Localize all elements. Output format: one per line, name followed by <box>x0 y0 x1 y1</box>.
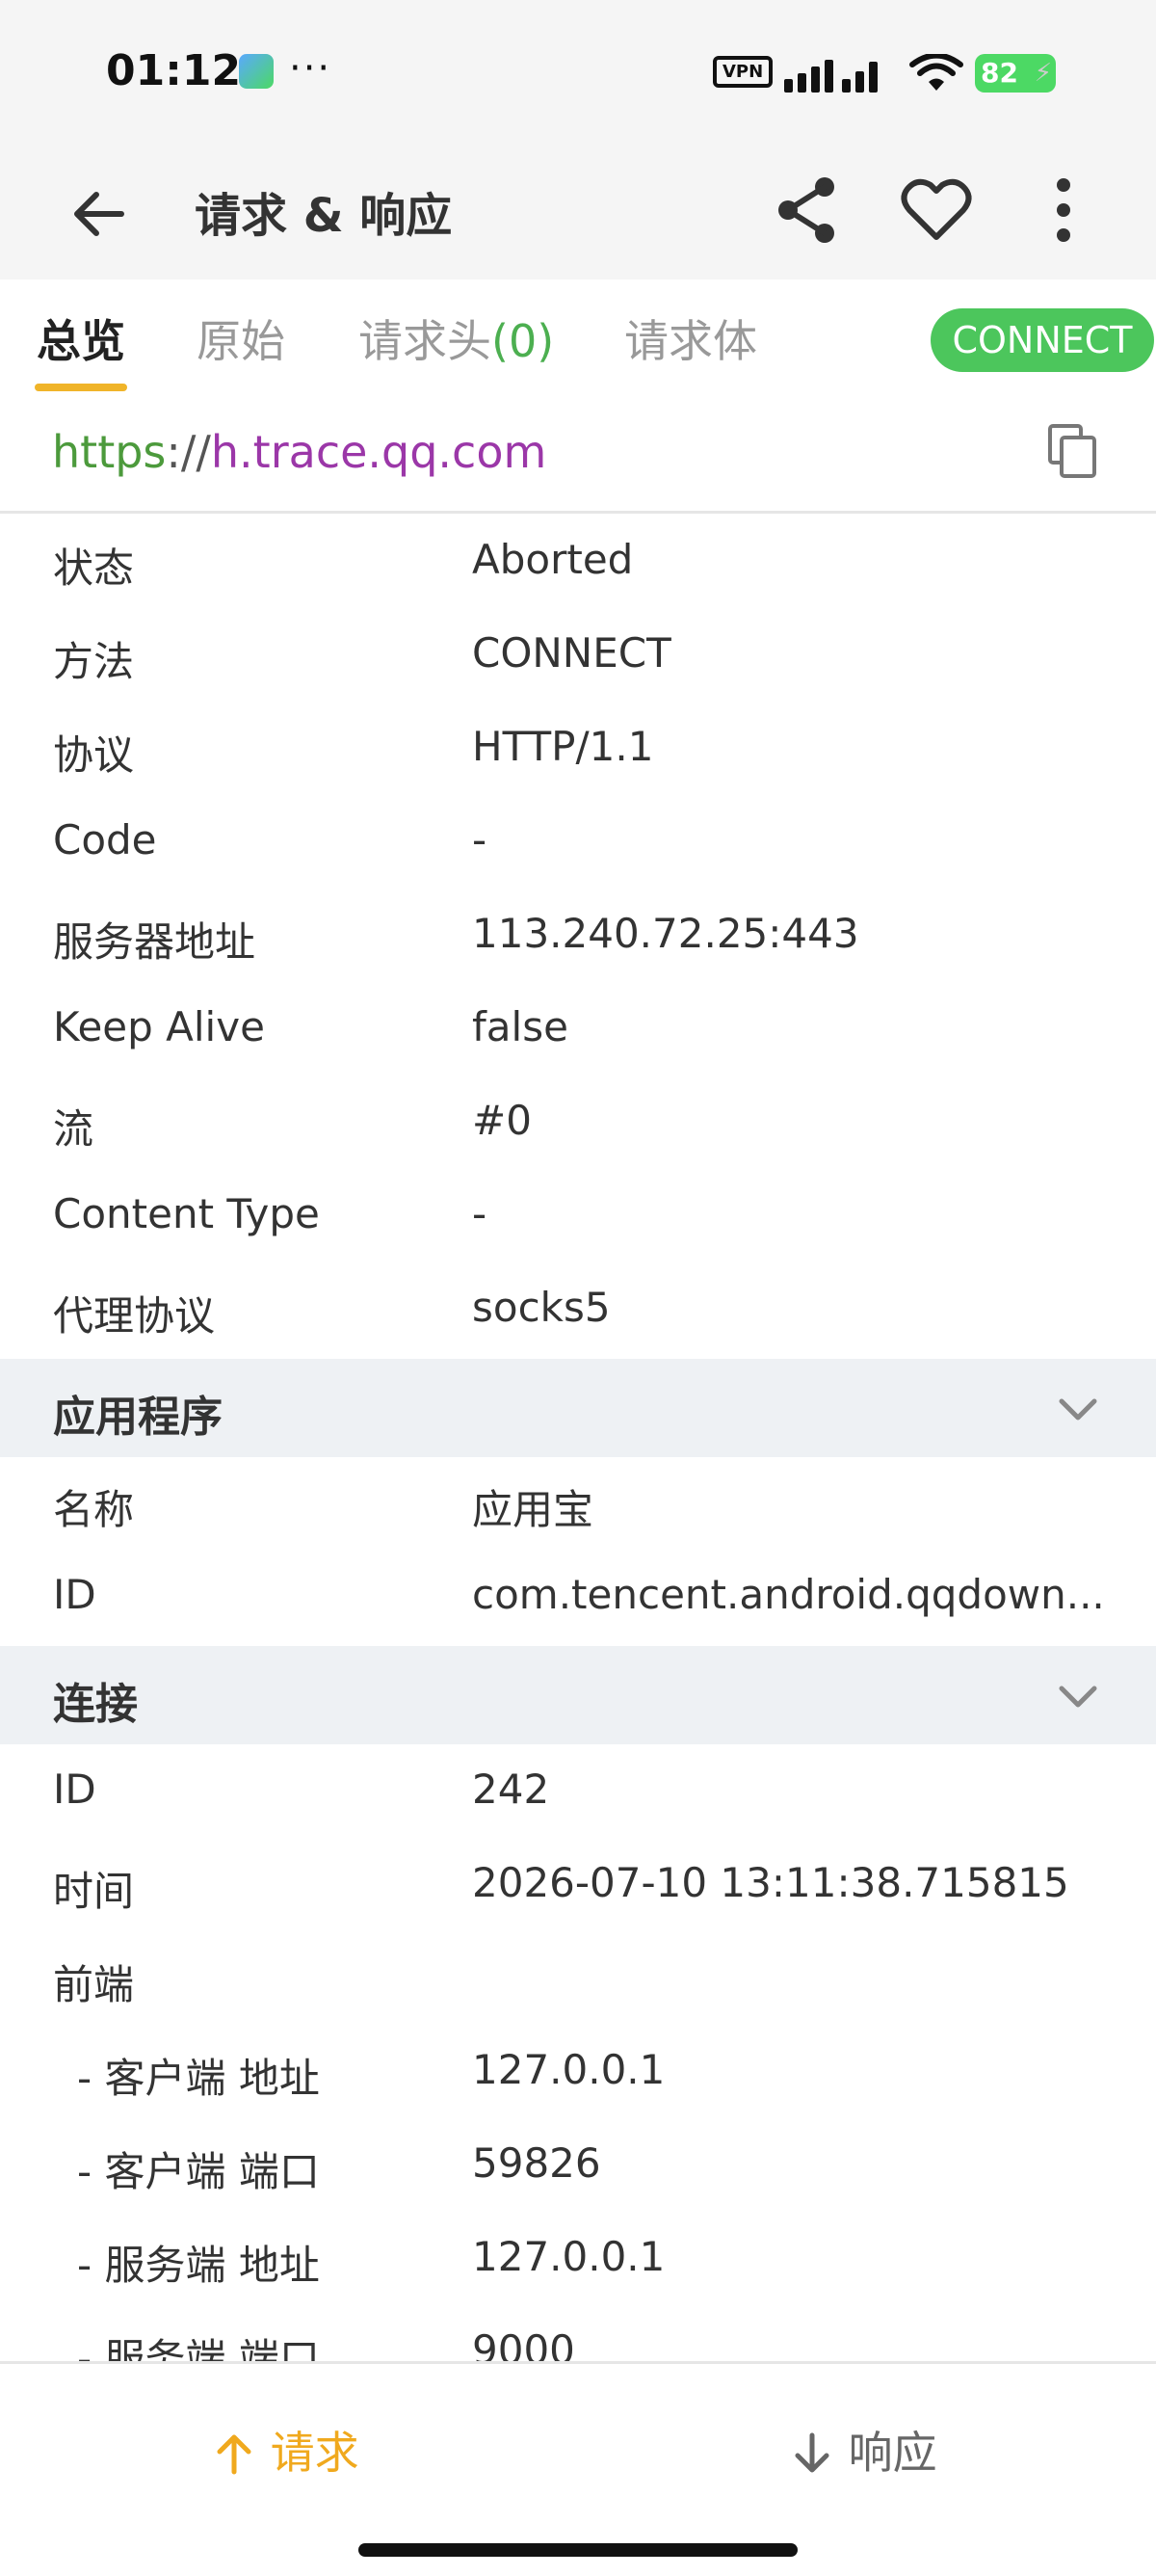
back-arrow-icon[interactable] <box>62 175 139 252</box>
section-connection[interactable]: 连接 <box>0 1646 1156 1744</box>
request-button[interactable]: 请求 <box>212 2418 359 2482</box>
info-row-app-name: 名称 应用宝 <box>0 1458 1156 1552</box>
tab-request-headers-label: 请求头 <box>358 315 491 367</box>
row-key: 服务器地址 <box>53 918 256 966</box>
tab-overview[interactable]: 总览 <box>37 306 125 370</box>
info-row-client-port: - 客户端 端口 59826 <box>0 2120 1156 2214</box>
info-row-content-type: Content Type - <box>0 1171 1156 1264</box>
info-row-server-address-local: - 服务端 地址 127.0.0.1 <box>0 2214 1156 2307</box>
url-scheme: https <box>52 426 167 478</box>
row-value: 242 <box>472 1766 550 1813</box>
row-value: 59826 <box>472 2139 601 2187</box>
chevron-down-icon <box>1059 1686 1097 1708</box>
row-key: Code <box>53 816 157 863</box>
more-vertical-icon[interactable] <box>1023 170 1104 251</box>
row-value: 127.0.0.1 <box>472 2233 666 2280</box>
arrow-up-icon <box>217 2434 251 2475</box>
tab-bar: 总览 原始 请求头(0) 请求体 CONNECT <box>0 279 1156 395</box>
section-application[interactable]: 应用程序 <box>0 1359 1156 1457</box>
info-row-proxy-protocol: 代理协议 socks5 <box>0 1264 1156 1358</box>
section-title: 连接 <box>53 1680 138 1729</box>
info-row-code: Code - <box>0 797 1156 890</box>
row-key: 代理协议 <box>53 1292 216 1340</box>
info-row-keep-alive: Keep Alive false <box>0 984 1156 1077</box>
info-row-app-id: ID com.tencent.android.qqdown... <box>0 1552 1156 1645</box>
row-value: 113.240.72.25:443 <box>472 910 859 957</box>
vpn-icon: VPN <box>713 56 774 88</box>
row-key: 方法 <box>53 638 135 685</box>
row-key: 名称 <box>53 1486 135 1533</box>
request-url: https://h.trace.qq.com <box>52 426 546 478</box>
home-indicator[interactable] <box>358 2543 798 2557</box>
wifi-icon <box>909 54 963 91</box>
url-row: https://h.trace.qq.com <box>0 395 1156 514</box>
favorite-heart-icon[interactable] <box>896 170 977 251</box>
info-row-conn-id: ID 242 <box>0 1746 1156 1840</box>
row-key: 状态 <box>53 544 135 592</box>
row-value: HTTP/1.1 <box>472 723 654 770</box>
app-bar: 请求 & 响应 <box>0 145 1156 279</box>
row-value: false <box>472 1003 568 1050</box>
arrow-down-icon <box>795 2432 829 2473</box>
share-icon[interactable] <box>767 170 848 251</box>
response-button[interactable]: 响应 <box>790 2418 937 2482</box>
row-value: com.tencent.android.qqdown... <box>472 1571 1105 1618</box>
tab-request-headers-count: (0) <box>491 315 555 367</box>
row-value: - <box>472 1190 487 1237</box>
row-value: #0 <box>472 1097 532 1144</box>
charging-bolt-icon: ⚡ <box>1034 59 1052 88</box>
row-key: 前端 <box>53 1961 135 2008</box>
section-title: 应用程序 <box>53 1393 223 1442</box>
url-separator: :// <box>166 426 211 478</box>
info-row-time: 时间 2026-07-10 13:11:38.715815 <box>0 1840 1156 1933</box>
battery-icon: 82 ⚡ <box>975 54 1056 93</box>
row-key: ID <box>53 1766 96 1813</box>
row-value: CONNECT <box>472 629 671 677</box>
url-host: h.trace.qq.com <box>210 426 547 478</box>
copy-icon[interactable] <box>1046 422 1100 480</box>
row-key: 协议 <box>53 731 135 779</box>
info-row-frontend: 前端 <box>0 1933 1156 2027</box>
bottom-bar: 请求 响应 <box>0 2361 1156 2576</box>
info-row-stream: 流 #0 <box>0 1077 1156 1171</box>
row-value: 127.0.0.1 <box>472 2046 666 2093</box>
info-row-protocol: 协议 HTTP/1.1 <box>0 704 1156 797</box>
row-key: Keep Alive <box>53 1003 265 1050</box>
row-value: 应用宝 <box>472 1486 594 1533</box>
row-value: Aborted <box>472 536 634 583</box>
page-title: 请求 & 响应 <box>195 189 453 243</box>
info-row-client-address: - 客户端 地址 127.0.0.1 <box>0 2027 1156 2120</box>
method-badge: CONNECT <box>931 308 1154 372</box>
row-key: - 服务端 地址 <box>77 2242 320 2289</box>
tab-request-body[interactable]: 请求体 <box>624 306 757 370</box>
row-key: Content Type <box>53 1190 320 1237</box>
response-button-label: 响应 <box>848 2427 937 2479</box>
row-key: - 客户端 地址 <box>77 2055 320 2102</box>
row-key: 流 <box>53 1105 94 1153</box>
row-value: socks5 <box>472 1284 611 1331</box>
row-key: - 客户端 端口 <box>77 2148 320 2195</box>
row-value: - <box>472 816 487 863</box>
battery-level: 82 <box>981 57 1018 89</box>
tab-request-headers[interactable]: 请求头(0) <box>358 306 554 370</box>
tab-raw[interactable]: 原始 <box>197 306 285 370</box>
status-time: 01:12 <box>106 46 242 95</box>
active-tab-indicator <box>35 384 127 391</box>
info-row-method: 方法 CONNECT <box>0 610 1156 704</box>
status-bar: 01:12 ··· VPN 82 ⚡ <box>0 0 1156 145</box>
row-value: 2026-07-10 13:11:38.715815 <box>472 1859 1069 1906</box>
more-notifications-icon: ··· <box>289 46 332 91</box>
row-key: ID <box>53 1571 96 1618</box>
chevron-down-icon <box>1059 1398 1097 1421</box>
request-button-label: 请求 <box>270 2427 359 2479</box>
info-row-status: 状态 Aborted <box>0 517 1156 610</box>
info-row-server-address: 服务器地址 113.240.72.25:443 <box>0 890 1156 984</box>
row-key: 时间 <box>53 1868 135 1915</box>
signal-icon <box>784 60 878 93</box>
app-notification-icon <box>239 54 274 89</box>
